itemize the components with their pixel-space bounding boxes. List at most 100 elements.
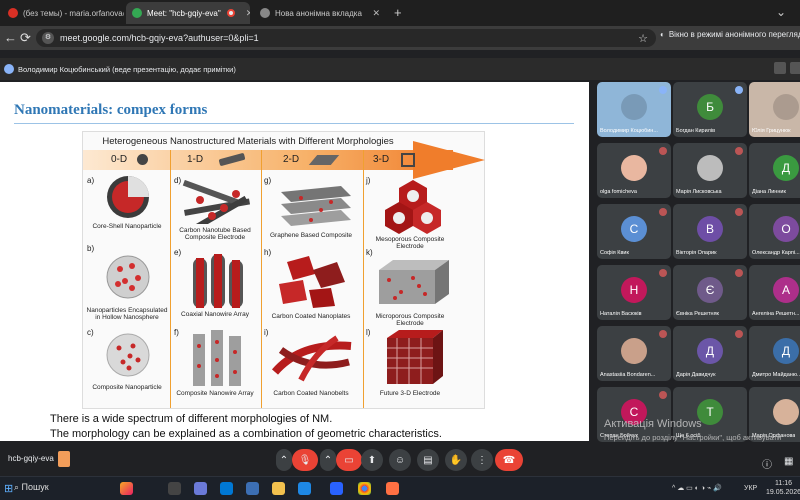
tab-incognito[interactable]: Нова анонімна вкладка ✕ — [254, 2, 386, 24]
system-tray-icons[interactable]: ^ ☁ ▭ ◐ ◑ ⌁ 🔊 — [672, 484, 722, 492]
leave-call-button[interactable]: ☎ — [495, 449, 523, 471]
file-explorer-icon[interactable] — [272, 482, 285, 495]
column-divider — [363, 150, 364, 408]
avatar: Є — [697, 276, 723, 303]
participant-tile[interactable]: Юлія Грицунюк — [749, 82, 800, 137]
mic-muted-icon — [659, 391, 667, 399]
edge-icon[interactable] — [220, 482, 233, 495]
address-bar-row: ← ⟳ ⚙ meet.google.com/hcb-gqiy-eva?authu… — [0, 26, 800, 50]
dimension-label: 0-D — [111, 154, 128, 165]
participant-name: Дарія Давидчук — [676, 372, 716, 378]
gmail-icon — [8, 8, 18, 18]
camera-options-button[interactable]: ⌃ — [320, 449, 336, 471]
app-icon[interactable] — [386, 482, 399, 495]
participant-tile[interactable]: Марія Лисковська — [673, 143, 747, 198]
mail-icon[interactable] — [298, 482, 311, 495]
participant-tile[interactable]: Д Дарія Давидчук — [673, 326, 747, 381]
participant-name: Богдан Кирилів — [676, 128, 716, 134]
participant-tile[interactable]: Є Євніка Решетняк — [673, 265, 747, 320]
participant-tile[interactable]: В Вікторія Опарик — [673, 204, 747, 259]
participant-tile[interactable]: С Софія Квик — [597, 204, 671, 259]
item-letter: k) — [366, 248, 373, 257]
column-divider — [170, 150, 171, 408]
participant-name: Дмитро Майданю... — [752, 372, 800, 378]
info-icon[interactable]: ⓘ — [762, 456, 772, 471]
captions-button[interactable]: ▤ — [417, 449, 439, 471]
back-icon[interactable]: ← — [4, 30, 17, 45]
composite-nanoparticle-image — [106, 333, 150, 377]
avatar — [621, 337, 647, 364]
item-label: Core-Shell Nanoparticle — [92, 223, 162, 230]
more-options-button[interactable]: ⋮ — [471, 449, 493, 471]
reload-icon[interactable]: ⟳ — [20, 30, 31, 46]
participant-tile[interactable]: А Ангеліна Решетн... — [749, 265, 800, 320]
chrome-icon[interactable] — [358, 482, 371, 495]
search-icon: ⌕ — [14, 482, 22, 492]
presenter-icon — [4, 64, 14, 74]
mic-off-button[interactable]: 🎙 — [292, 449, 318, 471]
item-letter: a) — [87, 176, 95, 185]
widgets-icon[interactable] — [194, 482, 207, 495]
browser-tab-bar: (без темы) - maria.orfanova@... ✕ Meet: … — [0, 0, 800, 26]
tab-label: Meet: "hcb-gqiy-eva" — [147, 8, 221, 18]
taskbar-search[interactable]: ⌕ Пошук — [14, 482, 49, 493]
recording-icon — [226, 9, 235, 17]
copilot-icon[interactable] — [120, 482, 133, 495]
clock-time: 11:16 — [775, 480, 793, 487]
participant-tile[interactable]: Д Діана Линник — [749, 143, 800, 198]
presentation-info-bar: Володимир Коцюбинський (веде презентацію… — [0, 58, 800, 80]
incognito-icon: ◐ — [660, 30, 665, 39]
emoji-icon[interactable]: ☺ — [389, 449, 411, 471]
participant-tile[interactable]: О Олександр Карпі... — [749, 204, 800, 259]
meeting-info-icon[interactable] — [58, 451, 70, 467]
mic-muted-icon — [659, 147, 667, 155]
task-view-icon[interactable] — [168, 482, 181, 495]
participant-tile[interactable]: Н Наталія Васюків — [597, 265, 671, 320]
incognito-indicator[interactable]: ◐ Вікно в режимі анонімного перегляду — [660, 30, 800, 39]
store-icon[interactable] — [246, 482, 259, 495]
item-letter: l) — [366, 328, 371, 337]
item-letter: c) — [87, 328, 94, 337]
clock[interactable]: 11:16 19.05.2026 — [766, 479, 800, 498]
raise-hand-button[interactable]: ✋ — [445, 449, 467, 471]
item-label: Graphene Based Composite — [269, 232, 353, 239]
participant-tile[interactable]: Володимир Коцюбин... — [597, 82, 671, 137]
item-label: Carbon Coated Nanobelts — [273, 390, 349, 397]
participant-tile[interactable]: Д Дмитро Майданю... — [749, 326, 800, 381]
layout-icon[interactable] — [774, 62, 786, 74]
more-options-icon[interactable] — [790, 62, 800, 74]
site-info-icon[interactable]: ⚙ — [42, 32, 54, 44]
new-tab-button[interactable]: + — [394, 5, 402, 20]
item-label: Future 3-D Electrode — [379, 390, 441, 397]
teams-icon[interactable] — [330, 482, 343, 495]
bookmark-star-icon[interactable]: ☆ — [638, 32, 648, 45]
tab-meet[interactable]: Meet: "hcb-gqiy-eva" ✕ — [126, 2, 250, 24]
mic-options-button[interactable]: ⌃ — [276, 449, 292, 471]
present-button[interactable]: ⬆ — [361, 449, 383, 471]
mic-muted-icon — [659, 208, 667, 216]
chat-icon[interactable]: ▦ — [784, 456, 793, 467]
participant-tile[interactable]: olga fomicheva — [597, 143, 671, 198]
camera-off-button[interactable]: ▭ — [336, 449, 362, 471]
mesoporous-electrode-image — [385, 180, 441, 234]
participant-name: Олександр Карпі... — [752, 250, 800, 256]
close-icon[interactable]: ✕ — [240, 8, 250, 19]
url-bar[interactable]: ⚙ meet.google.com/hcb-gqiy-eva?authuser=… — [36, 29, 656, 47]
tab-search-icon[interactable]: ⌄ — [776, 5, 786, 19]
item-letter: j) — [366, 176, 371, 185]
tab-gmail[interactable]: (без темы) - maria.orfanova@... ✕ — [2, 2, 124, 24]
language-indicator[interactable]: УКР — [744, 485, 757, 492]
participant-tile[interactable]: Б Богдан Кирилів — [673, 82, 747, 137]
mic-muted-icon — [735, 330, 743, 338]
avatar — [621, 93, 647, 120]
participant-name: olga fomicheva — [600, 189, 637, 195]
mic-muted-icon — [735, 269, 743, 277]
participant-name: Anastasiia Bondaren... — [600, 372, 656, 378]
incognito-label: Вікно в режимі анонімного перегляду — [668, 30, 800, 39]
dimension-label: 3-D — [373, 154, 390, 165]
avatar: Б — [697, 93, 723, 120]
participant-tile[interactable]: Anastasiia Bondaren... — [597, 326, 671, 381]
slide-title: Nanomaterials: compex forms — [14, 102, 208, 118]
close-icon[interactable]: ✕ — [366, 8, 380, 19]
avatar — [697, 154, 723, 181]
